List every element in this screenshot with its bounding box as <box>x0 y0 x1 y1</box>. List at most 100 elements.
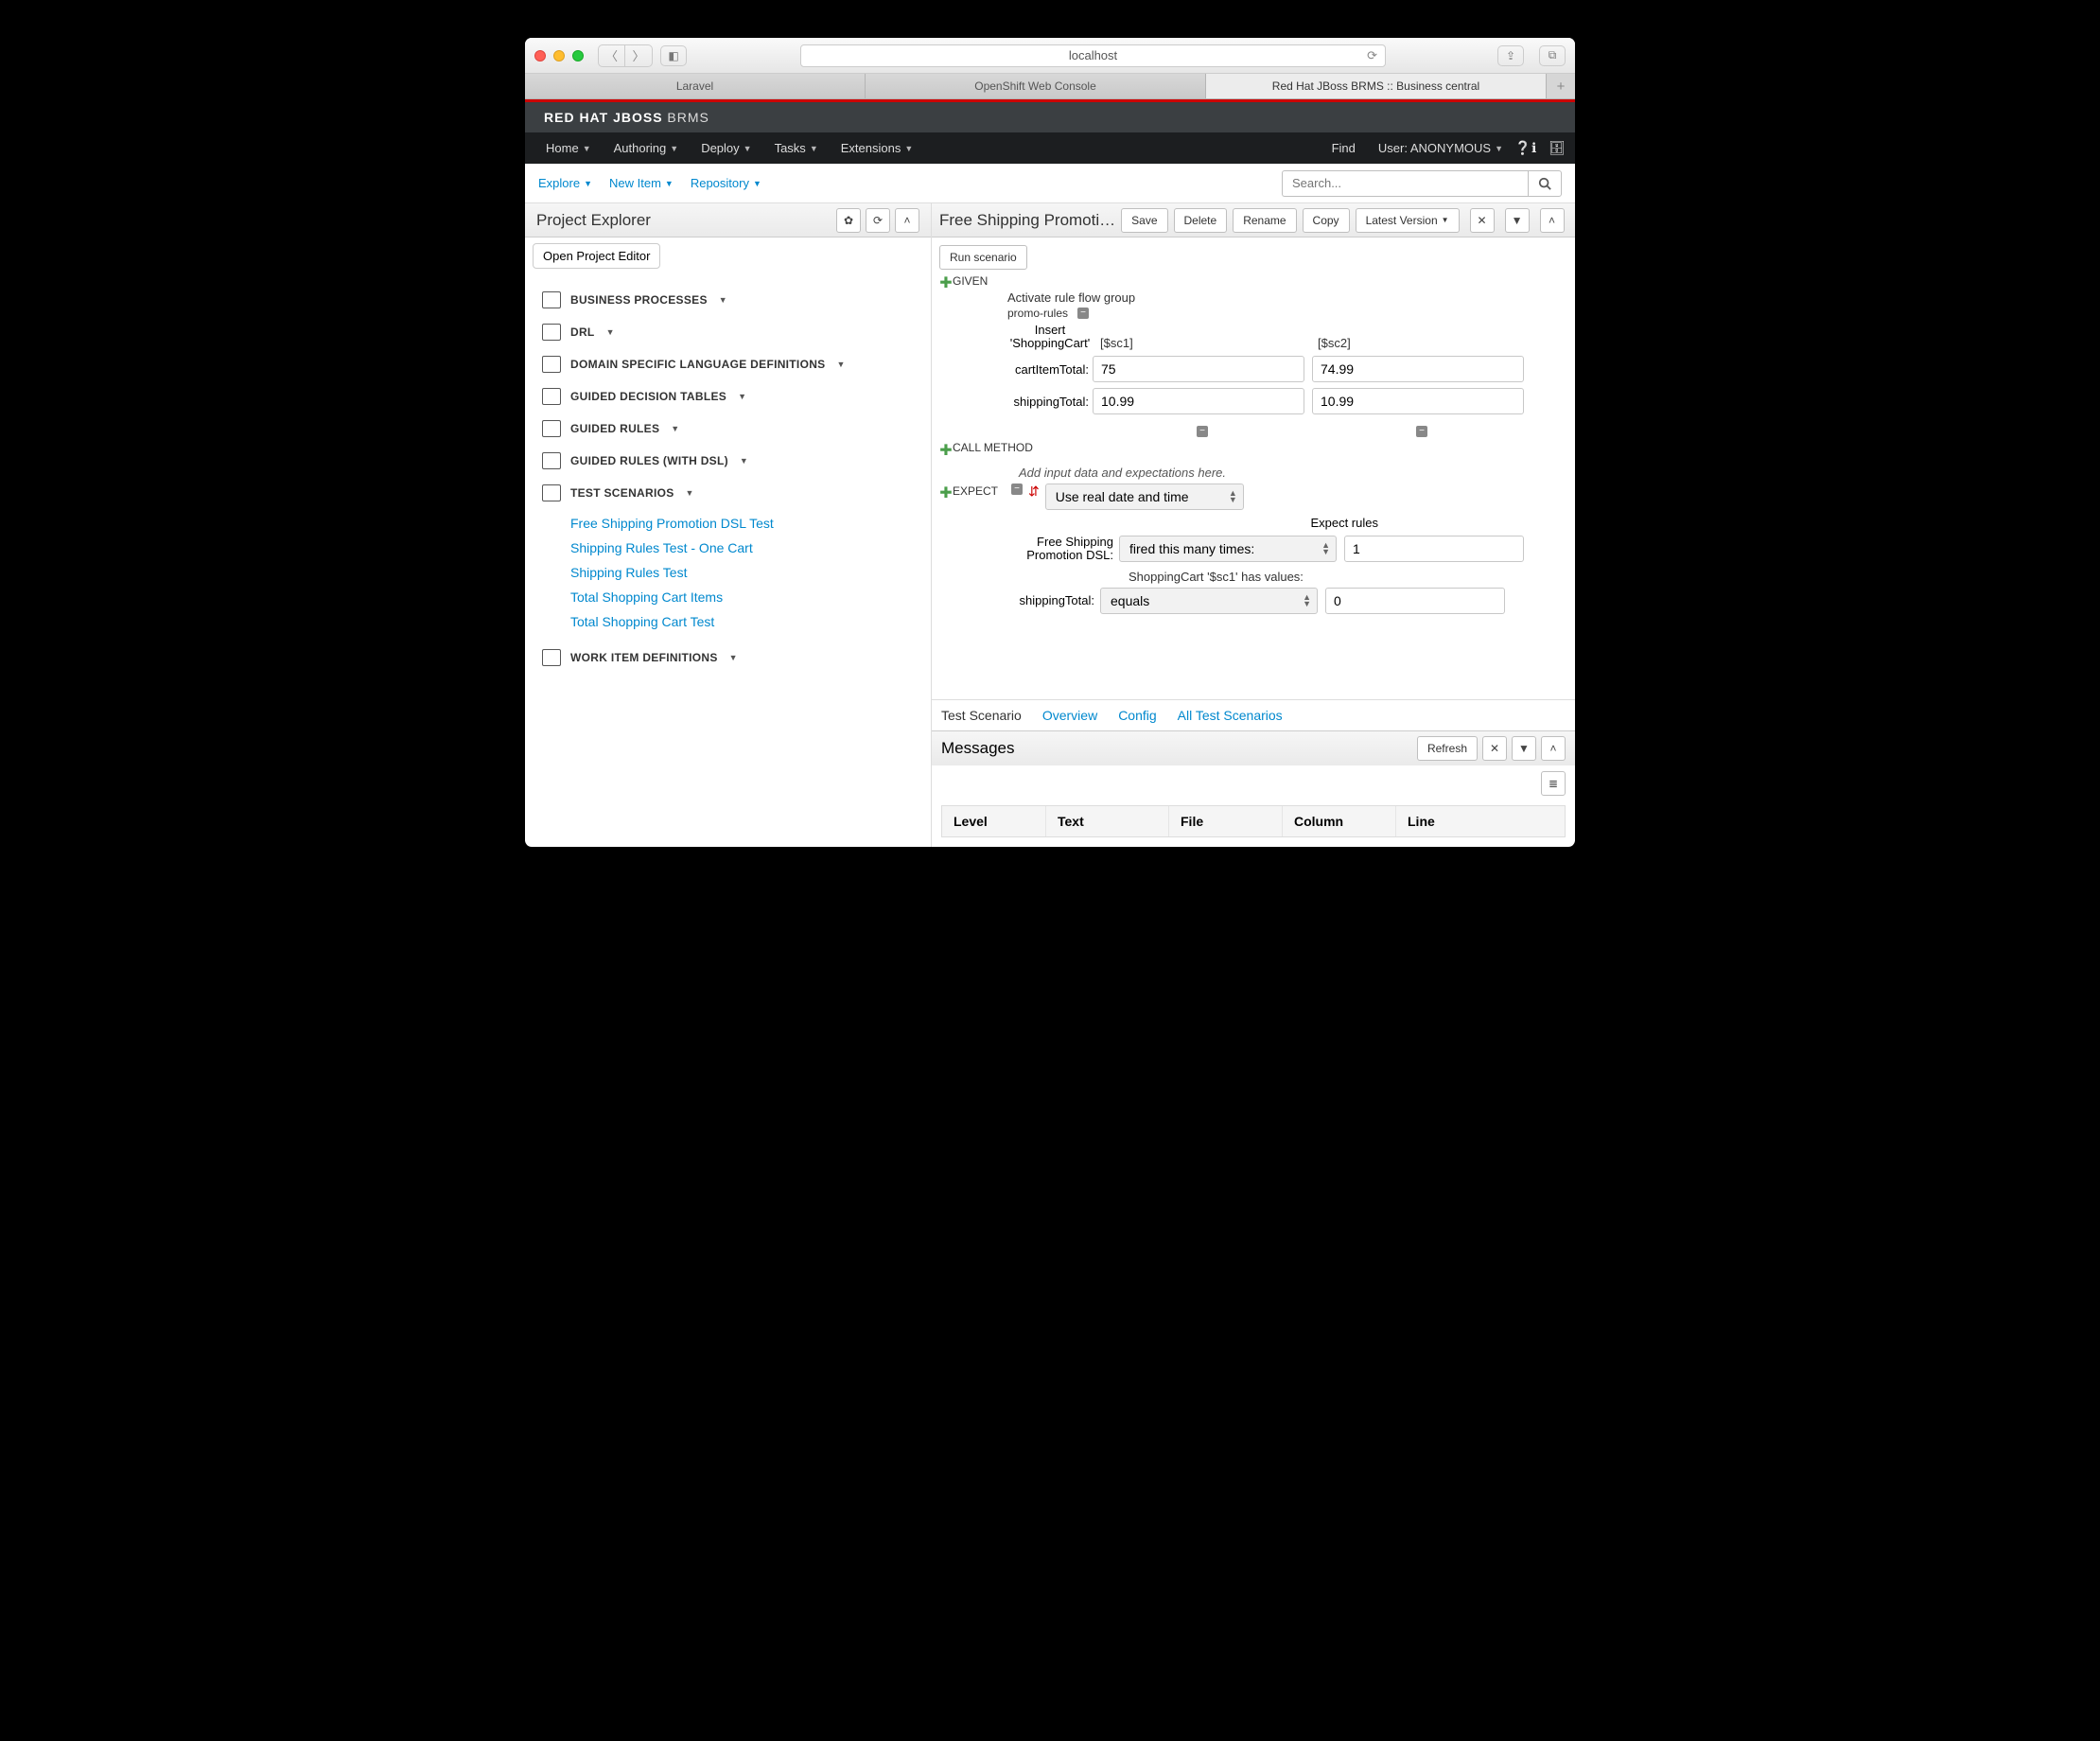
list-icon[interactable]: ≣ <box>1541 771 1566 796</box>
menu-extensions[interactable]: Extensions▼ <box>830 141 925 155</box>
save-button[interactable]: Save <box>1121 208 1167 233</box>
rule-op-select[interactable]: fired this many times:▲▼ <box>1119 536 1337 562</box>
share-icon[interactable]: ⇪ <box>1497 45 1524 66</box>
remove-icon[interactable]: − <box>1011 484 1023 495</box>
brand-bar: RED HAT JBOSS BRMS <box>525 102 1575 132</box>
cart-total-sc1-input[interactable] <box>1093 356 1304 382</box>
chevron-down-icon: ▼ <box>729 653 738 662</box>
col-column[interactable]: Column <box>1283 806 1396 836</box>
close-messages-icon[interactable]: ✕ <box>1482 736 1507 761</box>
run-scenario-button[interactable]: Run scenario <box>939 245 1027 270</box>
search-button[interactable] <box>1528 170 1562 197</box>
close-editor-icon[interactable]: ✕ <box>1470 208 1495 233</box>
version-dropdown[interactable]: Latest Version▼ <box>1356 208 1460 233</box>
collapse-messages-icon[interactable]: ˄ <box>1541 736 1566 761</box>
chevron-down-icon: ▼ <box>719 295 727 305</box>
back-button[interactable]: 〈 <box>599 45 625 66</box>
tab-all-scenarios[interactable]: All Test Scenarios <box>1178 708 1283 723</box>
browser-tab-active[interactable]: Red Hat JBoss BRMS :: Business central <box>1206 74 1547 98</box>
col-line[interactable]: Line <box>1396 806 1565 836</box>
collapse-editor-icon[interactable]: ˄ <box>1540 208 1565 233</box>
expect-label: EXPECT <box>953 484 1009 498</box>
address-bar[interactable]: localhost ⟳ <box>800 44 1386 67</box>
tree-group[interactable]: GUIDED DECISION TABLES▼ <box>538 380 918 413</box>
tree-group[interactable]: WORK ITEM DEFINITIONS▼ <box>538 642 918 674</box>
reload-icon[interactable]: ⟳ <box>1367 48 1377 63</box>
tree-group[interactable]: DRL▼ <box>538 316 918 348</box>
browser-window: 〈 〉 ◧ localhost ⟳ ⇪ ⧉ Laravel OpenShift … <box>525 38 1575 847</box>
tree-item[interactable]: Free Shipping Promotion DSL Test <box>570 511 918 536</box>
fact-value-input[interactable] <box>1325 588 1505 614</box>
window-close-icon[interactable] <box>534 50 546 62</box>
menu-authoring[interactable]: Authoring▼ <box>603 141 691 155</box>
gear-icon[interactable]: ✿ <box>836 208 861 233</box>
tree-item[interactable]: Shipping Rules Test <box>570 560 918 585</box>
fact-op-select[interactable]: equals▲▼ <box>1100 588 1318 614</box>
rule-count-input[interactable] <box>1344 536 1524 562</box>
sidebar-toggle-icon[interactable]: ◧ <box>660 45 687 66</box>
col-text[interactable]: Text <box>1046 806 1169 836</box>
remove-icon[interactable]: − <box>1197 426 1208 437</box>
browser-tabs: Laravel OpenShift Web Console Red Hat JB… <box>525 74 1575 99</box>
rename-button[interactable]: Rename <box>1233 208 1296 233</box>
subnav-repository[interactable]: Repository▼ <box>691 176 761 190</box>
editor-header: Free Shipping Promoti… Save Delete Renam… <box>932 203 1575 237</box>
add-call-icon[interactable]: ✚ <box>939 441 953 460</box>
collapse-icon[interactable]: ˄ <box>895 208 919 233</box>
open-project-editor-button[interactable]: Open Project Editor <box>533 243 660 269</box>
dropdown-icon[interactable]: ▼ <box>1505 208 1530 233</box>
browser-tab[interactable]: Laravel <box>525 74 866 98</box>
refresh-button[interactable]: Refresh <box>1417 736 1478 761</box>
new-tab-button[interactable]: + <box>1547 74 1575 98</box>
briefcase-icon[interactable]: 🗄 <box>1549 140 1566 156</box>
menu-user[interactable]: User: ANONYMOUS▼ <box>1367 141 1514 155</box>
tree-group[interactable]: GUIDED RULES (WITH DSL)▼ <box>538 445 918 477</box>
dropdown-icon[interactable]: ▼ <box>1512 736 1536 761</box>
folder-icon <box>542 291 561 308</box>
date-mode-select[interactable]: Use real date and time ▲▼ <box>1045 484 1244 510</box>
tree-group[interactable]: DOMAIN SPECIFIC LANGUAGE DEFINITIONS▼ <box>538 348 918 380</box>
shipping-sc2-input[interactable] <box>1312 388 1524 414</box>
tab-config[interactable]: Config <box>1118 708 1156 723</box>
col-level[interactable]: Level <box>942 806 1046 836</box>
col-file[interactable]: File <box>1169 806 1283 836</box>
subnav-explore[interactable]: Explore▼ <box>538 176 592 190</box>
product-brand: RED HAT JBOSS BRMS <box>544 110 709 125</box>
add-expect-icon[interactable]: ✚ <box>939 484 953 502</box>
info-icon[interactable]: ℹ <box>1531 140 1549 156</box>
tree-group[interactable]: GUIDED RULES▼ <box>538 413 918 445</box>
menu-find[interactable]: Find <box>1321 141 1367 155</box>
menu-home[interactable]: Home▼ <box>534 141 603 155</box>
window-maximize-icon[interactable] <box>572 50 584 62</box>
config-icon[interactable]: ⇵ <box>1028 484 1040 500</box>
tree-children: Free Shipping Promotion DSL Test Shippin… <box>538 509 918 642</box>
delete-button[interactable]: Delete <box>1174 208 1228 233</box>
tab-overview[interactable]: Overview <box>1042 708 1097 723</box>
shipping-sc1-input[interactable] <box>1093 388 1304 414</box>
folder-icon <box>542 356 561 373</box>
tree-item[interactable]: Shipping Rules Test - One Cart <box>570 536 918 560</box>
tree-group-open[interactable]: TEST SCENARIOS▼ <box>538 477 918 509</box>
help-icon[interactable]: ❔ <box>1514 140 1531 156</box>
remove-icon[interactable]: − <box>1416 426 1427 437</box>
menu-deploy[interactable]: Deploy▼ <box>690 141 762 155</box>
search-input[interactable] <box>1282 170 1528 197</box>
nav-arrows: 〈 〉 <box>598 44 653 67</box>
copy-button[interactable]: Copy <box>1303 208 1350 233</box>
tree-group[interactable]: BUSINESS PROCESSES▼ <box>538 284 918 316</box>
cart-total-sc2-input[interactable] <box>1312 356 1524 382</box>
call-label: CALL METHOD <box>953 441 1033 454</box>
chevron-down-icon: ▼ <box>671 424 679 433</box>
refresh-icon[interactable]: ⟳ <box>866 208 890 233</box>
tree-item[interactable]: Total Shopping Cart Items <box>570 585 918 609</box>
add-given-icon[interactable]: ✚ <box>939 273 953 292</box>
forward-button[interactable]: 〉 <box>625 45 652 66</box>
menu-tasks[interactable]: Tasks▼ <box>763 141 830 155</box>
remove-icon[interactable]: − <box>1077 308 1089 319</box>
browser-tab[interactable]: OpenShift Web Console <box>866 74 1206 98</box>
tabs-icon[interactable]: ⧉ <box>1539 45 1566 66</box>
window-minimize-icon[interactable] <box>553 50 565 62</box>
tree-item[interactable]: Total Shopping Cart Test <box>570 609 918 634</box>
tab-test-scenario[interactable]: Test Scenario <box>941 708 1022 723</box>
subnav-new-item[interactable]: New Item▼ <box>609 176 674 190</box>
